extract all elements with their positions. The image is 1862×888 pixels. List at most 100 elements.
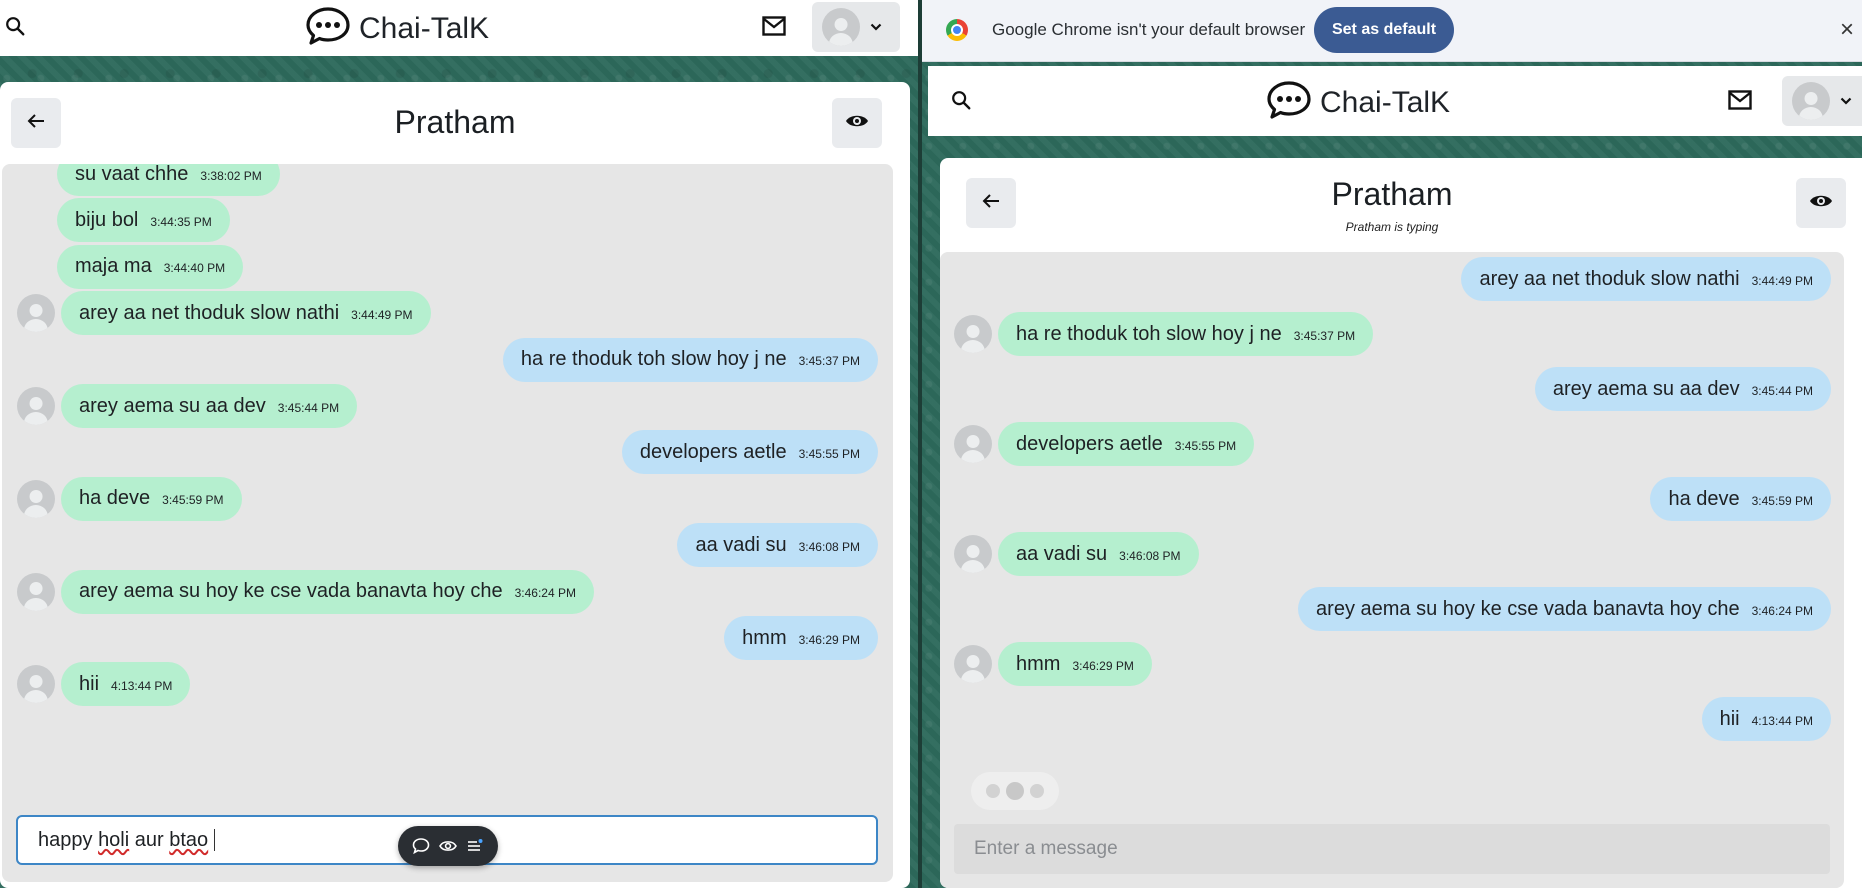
left-window: Chai-TalK Pratham happy holi aur btao su… <box>0 0 922 888</box>
brand-name: Chai-TalK <box>1320 85 1451 119</box>
message-text: hii <box>1719 707 1740 730</box>
received-message[interactable]: biju bol 3:44:35 PM <box>57 198 230 243</box>
message-text: arey aema su aa dev <box>79 394 266 417</box>
message-timestamp: 3:46:08 PM <box>1119 548 1181 563</box>
chevron-down-icon <box>870 18 882 36</box>
list-sparkle-icon[interactable] <box>464 835 486 857</box>
chat-bubble-logo-icon <box>305 6 351 51</box>
right-window: Google Chrome isn't your default browser… <box>922 0 1862 888</box>
eye-outline-icon[interactable] <box>437 835 459 857</box>
message-text: hii <box>79 672 100 695</box>
received-message[interactable]: ha re thoduk toh slow hoy j ne 3:45:37 PM <box>998 312 1374 356</box>
chat-title: Pratham <box>394 104 516 140</box>
chevron-down-icon <box>1840 92 1852 110</box>
message-text: ha deve <box>1668 487 1740 510</box>
speech-bubble-icon[interactable] <box>410 835 432 857</box>
sender-avatar-icon[interactable] <box>954 645 992 683</box>
user-menu-button[interactable] <box>1782 76 1862 126</box>
message-timestamp: 3:38:02 PM <box>200 168 262 183</box>
message-text: arey aema su aa dev <box>1552 377 1740 400</box>
message-text: su vaat chhe <box>75 164 189 185</box>
sent-message[interactable]: ha deve 3:45:59 PM <box>1650 477 1831 521</box>
message-text: arey aema su hoy ke cse vada banavta hoy… <box>79 580 503 603</box>
view-profile-button[interactable] <box>1796 178 1846 228</box>
received-message[interactable]: arey aa net thoduk slow nathi 3:44:49 PM <box>61 291 431 336</box>
message-text: aa vadi su <box>1016 542 1108 565</box>
message-list[interactable]: Enter a message arey aa net thoduk slow … <box>940 252 1844 888</box>
received-message[interactable]: hmm 3:46:29 PM <box>998 642 1152 686</box>
message-text: ha re thoduk toh slow hoy j ne <box>1016 322 1282 345</box>
sender-avatar-icon[interactable] <box>17 294 55 333</box>
typing-indicator <box>971 772 1059 810</box>
sender-avatar-icon[interactable] <box>17 387 55 425</box>
received-message[interactable]: maja ma 3:44:40 PM <box>57 244 244 289</box>
message-text: arey aa net thoduk slow nathi <box>1479 267 1740 290</box>
close-icon[interactable]: × <box>1840 16 1854 44</box>
received-message[interactable]: developers aetle 3:45:55 PM <box>998 422 1255 466</box>
user-avatar-icon <box>1792 82 1830 120</box>
set-as-default-button[interactable]: Set as default <box>1314 7 1454 53</box>
infobar-message: Google Chrome isn't your default browser <box>992 20 1306 39</box>
sent-message[interactable]: hmm 3:46:29 PM <box>724 616 878 660</box>
sent-message[interactable]: developers aetle 3:45:55 PM <box>621 430 878 475</box>
sent-message[interactable]: arey aema su hoy ke cse vada banavta hoy… <box>1298 587 1831 631</box>
sent-message[interactable]: arey aa net thoduk slow nathi 3:44:49 PM <box>1461 257 1831 301</box>
message-timestamp: 3:44:49 PM <box>1751 273 1813 288</box>
message-text: arey aa net thoduk slow nathi <box>79 301 340 324</box>
message-timestamp: 4:13:44 PM <box>111 678 173 693</box>
eye-icon <box>845 113 869 134</box>
message-text: developers aetle <box>1016 432 1163 455</box>
sent-message[interactable]: aa vadi su 3:46:08 PM <box>677 523 878 568</box>
search-icon[interactable] <box>2 13 28 39</box>
sender-avatar-icon[interactable] <box>954 535 992 573</box>
sender-avatar-icon[interactable] <box>17 479 55 518</box>
brand-name: Chai-TalK <box>359 11 490 45</box>
chat-bubble-logo-icon <box>1266 80 1312 125</box>
sender-avatar-icon[interactable] <box>17 665 55 704</box>
message-text: ha deve <box>79 487 151 510</box>
received-message[interactable]: hii 4:13:44 PM <box>61 662 191 707</box>
sent-message[interactable]: arey aema su aa dev 3:45:44 PM <box>1534 367 1831 411</box>
message-timestamp: 3:46:24 PM <box>514 586 576 601</box>
message-text: ha re thoduk toh slow hoy j ne <box>520 348 787 371</box>
received-message[interactable]: arey aema su aa dev 3:45:44 PM <box>61 384 358 428</box>
message-list[interactable]: happy holi aur btao su vaat chhe 3:38:02 … <box>2 164 893 882</box>
user-avatar-icon <box>822 8 860 46</box>
message-timestamp: 3:45:37 PM <box>798 354 860 369</box>
user-menu-button[interactable] <box>812 2 900 52</box>
chat-title: Pratham <box>1331 176 1453 212</box>
sender-avatar-icon[interactable] <box>17 572 55 611</box>
message-timestamp: 3:45:55 PM <box>1174 438 1237 453</box>
typing-dot <box>986 784 1000 798</box>
sender-avatar-icon[interactable] <box>954 425 992 463</box>
sent-message[interactable]: ha re thoduk toh slow hoy j ne 3:45:37 PM <box>502 337 878 382</box>
message-text: hmm <box>742 626 787 649</box>
message-timestamp: 3:44:40 PM <box>163 261 226 276</box>
message-timestamp: 3:46:24 PM <box>1751 603 1813 618</box>
view-profile-button[interactable] <box>832 98 882 148</box>
typing-dot <box>1006 782 1024 800</box>
floating-toolbar <box>398 826 498 866</box>
sender-avatar-icon[interactable] <box>954 315 992 353</box>
message-timestamp: 3:46:08 PM <box>798 539 860 554</box>
message-timestamp: 3:44:49 PM <box>351 307 413 322</box>
message-input[interactable]: Enter a message <box>954 824 1830 874</box>
received-message[interactable]: su vaat chhe 3:38:02 PM <box>57 164 280 196</box>
top-navbar: Chai-TalK <box>928 66 1862 136</box>
message-text: biju bol <box>75 208 139 231</box>
received-message[interactable]: aa vadi su 3:46:08 PM <box>998 532 1199 576</box>
composer-text: happy holi aur btao <box>38 828 209 851</box>
message-timestamp: 3:45:59 PM <box>1751 493 1813 508</box>
received-message[interactable]: ha deve 3:45:59 PM <box>61 476 242 521</box>
mail-icon[interactable] <box>760 12 788 40</box>
sent-message[interactable]: hii 4:13:44 PM <box>1701 697 1831 741</box>
brand[interactable]: Chai-TalK <box>1266 80 1450 125</box>
message-text: aa vadi su <box>695 533 787 556</box>
received-message[interactable]: arey aema su hoy ke cse vada banavta hoy… <box>61 569 594 614</box>
chat-card: Pratham Pratham is typing Enter a messag… <box>940 158 1862 888</box>
brand[interactable]: Chai-TalK <box>305 6 489 51</box>
mail-icon[interactable] <box>1726 86 1754 114</box>
top-navbar: Chai-TalK <box>0 0 922 56</box>
search-icon[interactable] <box>948 87 974 113</box>
message-text: hmm <box>1016 652 1061 675</box>
